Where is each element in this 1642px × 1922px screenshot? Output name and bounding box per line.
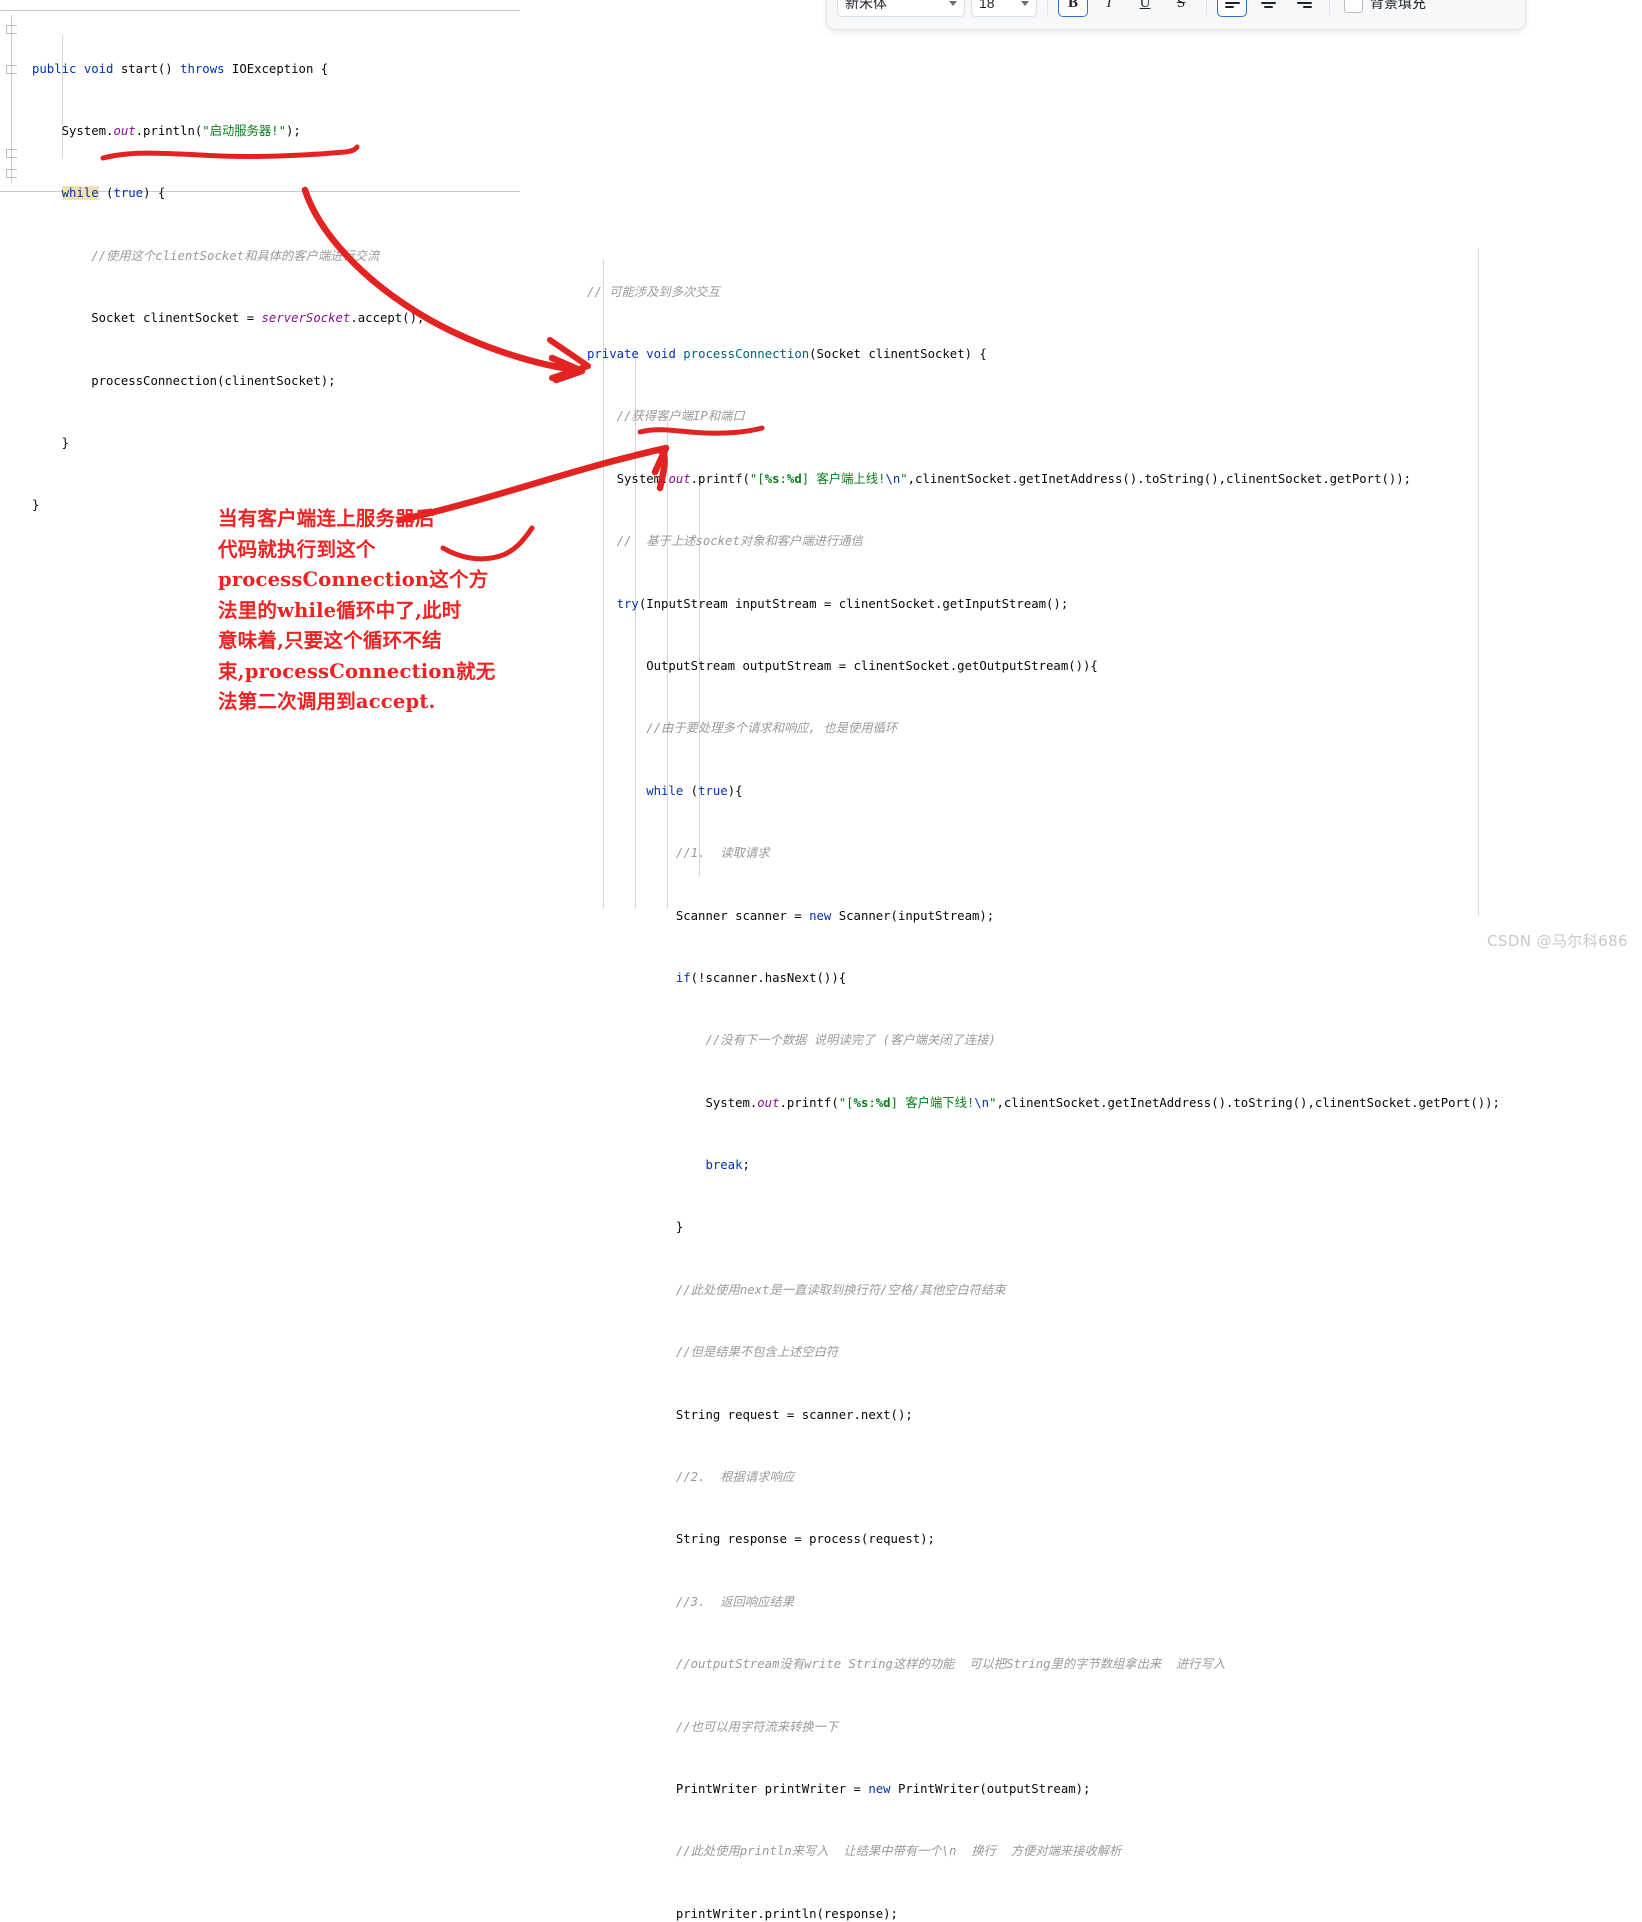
- code-line: printWriter.println(response);: [587, 1906, 898, 1921]
- italic-icon: I: [1106, 0, 1112, 11]
- font-name-select[interactable]: 新宋体: [837, 0, 965, 17]
- annotation-note-line: processConnection这个方: [218, 568, 489, 591]
- toolbar-divider: [1329, 0, 1330, 15]
- bold-icon: B: [1067, 0, 1078, 11]
- code-line: //使用这个clientSocket和具体的客户端进行交流: [91, 248, 380, 263]
- chevron-down-icon: [1021, 0, 1029, 6]
- code-line: while (true) {: [61, 186, 166, 201]
- annotation-note-line: 意味着,只要这个循环不结: [218, 629, 442, 652]
- italic-button[interactable]: I: [1094, 0, 1124, 17]
- fold-marker-icon[interactable]: [6, 25, 17, 34]
- code-line: String request = scanner.next();: [587, 1407, 913, 1422]
- annotation-try-arrow: [547, 337, 591, 381]
- code-line: Socket clinentSocket = serverSocket.acce…: [32, 311, 425, 326]
- code-panel-process-connection[interactable]: // 可能涉及到多次交互 private void processConnect…: [585, 238, 1642, 1921]
- align-center-button[interactable]: [1253, 0, 1283, 17]
- watermark: CSDN @马尔科686: [1487, 932, 1628, 950]
- code-line: // 可能涉及到多次交互: [587, 284, 720, 299]
- code-line: //2. 根据请求响应: [675, 1470, 795, 1485]
- code-line: //3. 返回响应结果: [675, 1594, 795, 1609]
- fold-marker-icon[interactable]: [6, 149, 17, 158]
- code-line: //获得客户端IP和端口: [616, 409, 745, 424]
- background-fill-checkbox[interactable]: 背景填充: [1340, 0, 1426, 13]
- align-left-icon: [1224, 0, 1240, 8]
- code-line: //由于要处理多个请求和响应, 也是使用循环: [646, 721, 898, 736]
- code-line: PrintWriter printWriter = new PrintWrite…: [587, 1781, 1091, 1796]
- annotation-note-text: 当有客户端连上服务器后 代码就执行到这个 processConnection这个…: [218, 504, 518, 718]
- code-line: System.out.printf("[%s:%d] 客户端下线!\n",cli…: [587, 1095, 1500, 1110]
- annotation-note-line: 代码就执行到这个: [218, 537, 376, 561]
- code-line: processConnection(clinentSocket);: [32, 373, 336, 388]
- toolbar-divider: [1047, 0, 1048, 15]
- code-line: //没有下一个数据 说明读完了 (客户端关闭了连接): [705, 1033, 996, 1048]
- code-line: System.out.println("启动服务器!");: [32, 123, 301, 138]
- code-line: //此处使用next是一直读取到换行符/空格/其他空白符结束: [675, 1282, 1006, 1297]
- code-line: //也可以用字符流来转换一下: [675, 1719, 839, 1734]
- checkbox-box-icon: [1344, 0, 1363, 13]
- background-fill-label: 背景填充: [1370, 0, 1426, 11]
- code-line: }: [32, 435, 70, 450]
- align-right-icon: [1296, 0, 1312, 8]
- font-name-value: 新宋体: [845, 0, 887, 11]
- align-right-button[interactable]: [1289, 0, 1319, 17]
- code-fold-gutter[interactable]: [0, 11, 24, 191]
- code-line: OutputStream outputStream = clinentSocke…: [587, 658, 1098, 673]
- underline-icon: U: [1139, 0, 1151, 11]
- fold-marker-icon[interactable]: [6, 65, 17, 74]
- annotation-note-line: 束,processConnection就无: [218, 659, 496, 683]
- code-line: //此处使用println来写入 让结果中带有一个\n 换行 方便对端来接收解析: [675, 1844, 1122, 1859]
- code-line: public void start() throws IOException {: [32, 61, 329, 76]
- annotation-long-arrow-head: [548, 354, 586, 384]
- code-line: private void processConnection(Socket cl…: [587, 346, 987, 361]
- annotation-note-line: 当有客户端连上服务器后: [218, 507, 435, 530]
- code-line: //1. 读取请求: [675, 846, 770, 861]
- align-center-icon: [1260, 0, 1276, 8]
- strikethrough-button[interactable]: S: [1166, 0, 1196, 17]
- code-line: String response = process(request);: [587, 1532, 935, 1547]
- strikethrough-icon: S: [1176, 0, 1186, 11]
- code-line: //但是结果不包含上述空白符: [675, 1345, 839, 1360]
- code-text-bottom: // 可能涉及到多次交互 private void processConnect…: [587, 240, 1527, 1922]
- code-line: Scanner scanner = new Scanner(inputStrea…: [587, 908, 995, 923]
- underline-button[interactable]: U: [1130, 0, 1160, 17]
- fold-marker-icon[interactable]: [6, 169, 17, 178]
- annotation-note-line: 法第二次调用到accept.: [218, 690, 436, 713]
- code-text-top: public void start() throws IOException {…: [32, 17, 424, 558]
- code-line: break;: [705, 1158, 750, 1173]
- align-left-button[interactable]: [1217, 0, 1247, 17]
- annotation-note-line: 法里的while循环中了,此时: [218, 598, 462, 622]
- code-line: //outputStream没有write String这样的功能 可以把Str…: [675, 1657, 1226, 1672]
- code-line: }: [587, 1220, 684, 1235]
- code-line: System.out.printf("[%s:%d] 客户端上线!\n",cli…: [587, 471, 1412, 486]
- chevron-down-icon: [949, 0, 957, 6]
- right-margin-guide-line: [1478, 248, 1479, 916]
- toolbar-divider: [1206, 0, 1207, 15]
- code-panel-start-method[interactable]: public void start() throws IOException {…: [0, 10, 520, 512]
- format-toolbar: 新宋体 18 B I U S 背景填充: [826, 0, 1526, 30]
- code-line: // 基于上述socket对象和客户端进行通信: [616, 534, 863, 549]
- code-line: if(!scanner.hasNext()){: [675, 970, 847, 985]
- bold-button[interactable]: B: [1058, 0, 1088, 17]
- font-size-value: 18: [979, 0, 995, 11]
- code-line: while (true){: [646, 783, 743, 798]
- font-size-select[interactable]: 18: [971, 0, 1037, 17]
- code-line: try(InputStream inputStream = clinentSoc…: [616, 596, 1069, 611]
